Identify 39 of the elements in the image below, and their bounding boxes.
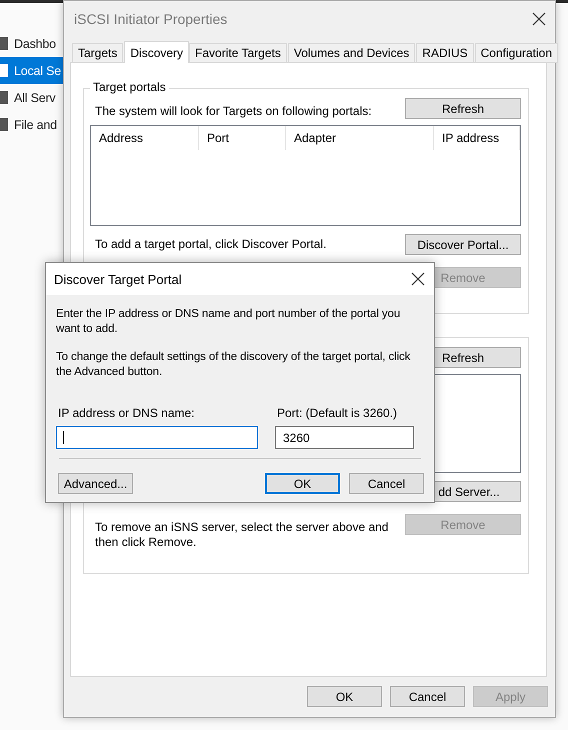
dialog-button[interactable]: Cancel	[349, 473, 424, 494]
sidebar-item[interactable]: Dashbo	[0, 30, 64, 57]
field-label: IP address or DNS name:	[57, 406, 196, 420]
refresh-button[interactable]: Refresh	[405, 98, 521, 119]
tab[interactable]: Discovery	[124, 41, 190, 63]
hint-text: The system will look for Targets on following portals:	[94, 104, 372, 119]
dialog-button[interactable]: OK	[265, 473, 340, 494]
tab[interactable]: Volumes and Devices	[288, 43, 416, 63]
tab[interactable]: RADIUS	[416, 43, 474, 63]
sidebar-item[interactable]: All Serv	[0, 84, 64, 111]
server-icon	[0, 37, 8, 50]
close-icon	[532, 12, 546, 26]
column-header[interactable]: IP address	[434, 126, 520, 150]
server-icon	[0, 64, 8, 77]
port-field[interactable]: 3260	[275, 426, 414, 449]
dialog-button[interactable]: Advanced...	[58, 473, 133, 494]
dialog-button[interactable]: OK	[307, 686, 382, 707]
dialog-button[interactable]: Cancel	[390, 686, 465, 707]
hint-text: To remove an iSNS server, select the server above and then click Remove.	[94, 520, 389, 550]
column-header[interactable]: Address	[91, 126, 199, 150]
server-icon	[0, 118, 8, 131]
tab[interactable]: Configuration	[474, 43, 558, 63]
text-caret	[63, 431, 64, 444]
sidebar-item[interactable]: Local Se	[0, 57, 64, 84]
window-title: iSCSI Initiator Properties	[74, 11, 228, 27]
discover-portal-button[interactable]: Discover Portal...	[405, 234, 521, 255]
hint-text: To add a target portal, click Discover Portal.	[94, 237, 326, 252]
field-label: Port: (Default is 3260.)	[276, 406, 398, 420]
column-header[interactable]: Adapter	[286, 126, 434, 150]
dialog-title: Discover Target Portal	[54, 272, 182, 286]
server-icon	[0, 91, 8, 104]
tab[interactable]: Targets	[72, 43, 124, 63]
sidebar-item[interactable]: File and	[0, 111, 64, 138]
column-header[interactable]: Port	[199, 126, 286, 150]
tab[interactable]: Favorite Targets	[189, 43, 287, 63]
ip-address-field[interactable]	[56, 426, 258, 449]
instruction-text: Enter the IP address or DNS name and port number of the portal you want to add.	[56, 307, 402, 337]
close-icon	[411, 272, 425, 286]
group-legend: Target portals	[90, 80, 169, 94]
